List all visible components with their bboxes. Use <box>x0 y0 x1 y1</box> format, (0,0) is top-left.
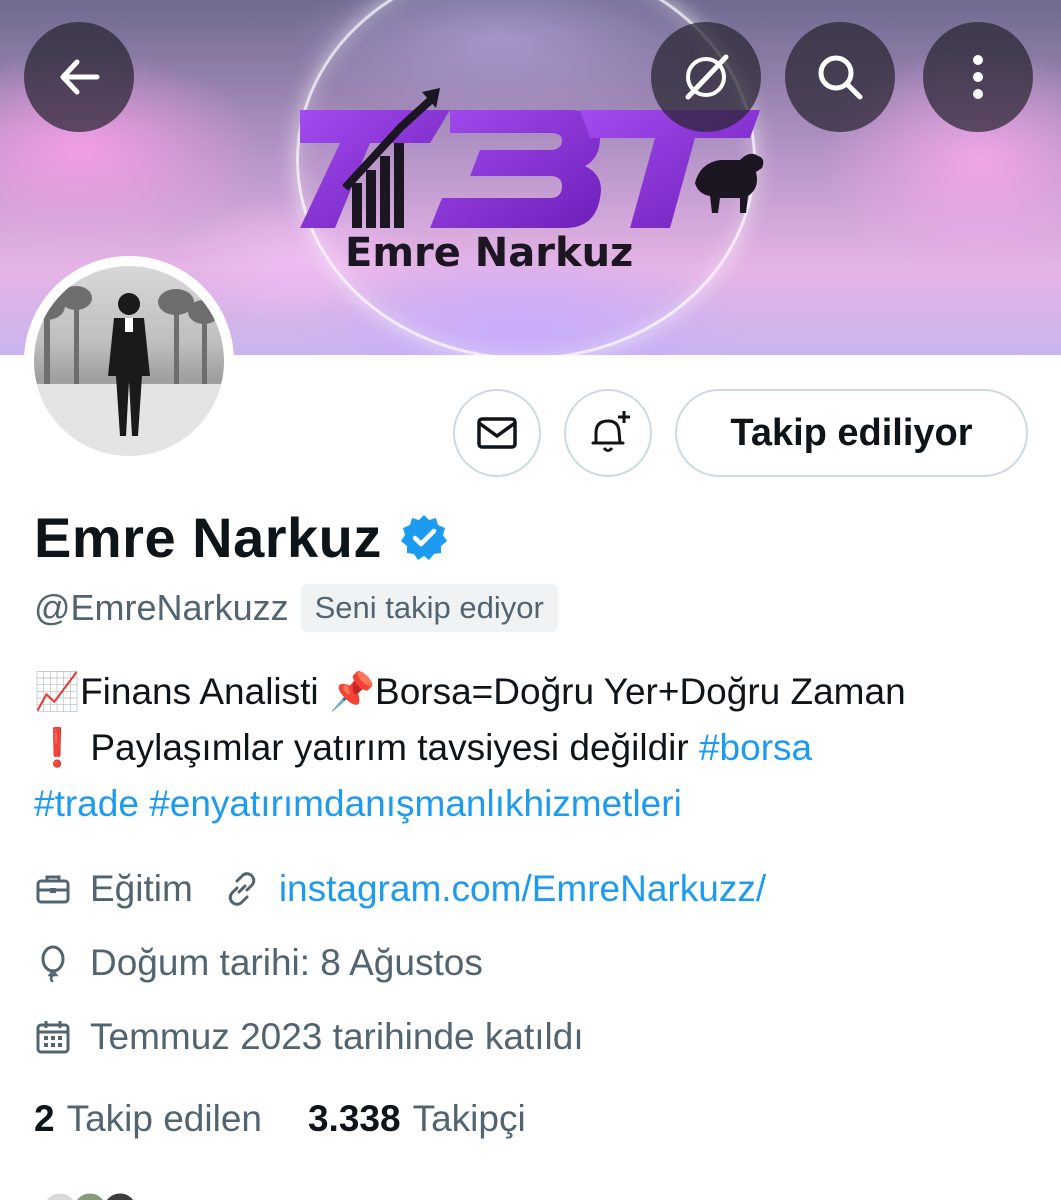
following-link[interactable]: 2 Takip edilen <box>34 1098 262 1140</box>
profile-avatar[interactable] <box>24 256 234 466</box>
handle-row: @EmreNarkuzz Seni takip ediyor <box>34 584 558 632</box>
following-button[interactable]: Takip ediliyor <box>675 389 1028 477</box>
bio-text-3: Paylaşımlar yatırım tavsiyesi değildir <box>80 727 699 768</box>
meta-joined-row: Temmuz 2023 tarihinde katıldı <box>34 1016 584 1058</box>
name-row: Emre Narkuz <box>34 504 448 570</box>
meta-birthday-row: Doğum tarihi: 8 Ağustos <box>34 942 483 984</box>
pin-emoji: 📌 <box>328 671 376 712</box>
link-icon <box>228 872 256 906</box>
meta-category-link-row: Eğitim instagram.com/EmreNarkuzz/ <box>34 868 766 910</box>
category: Eğitim <box>90 868 193 909</box>
calendar-icon <box>36 1021 70 1054</box>
chart-emoji: 📈 <box>34 671 81 712</box>
website-link[interactable]: instagram.com/EmreNarkuzz/ <box>279 868 766 910</box>
following-count: 2 <box>34 1098 55 1139</box>
joined-date: Temmuz 2023 tarihinde katıldı <box>90 1016 584 1057</box>
hashtag-danismanlik[interactable]: #enyatırımdanışmanlıkhizmetleri <box>149 783 682 824</box>
notify-button[interactable] <box>564 389 652 477</box>
arrow-left-icon <box>60 59 100 95</box>
back-button[interactable] <box>24 22 134 132</box>
follows-you-badge: Seni takip ediyor <box>300 584 558 632</box>
envelope-icon <box>477 417 517 449</box>
grok-button[interactable] <box>651 22 761 132</box>
verified-badge-icon[interactable] <box>400 513 448 561</box>
hashtag-borsa[interactable]: #borsa <box>699 727 812 768</box>
search-button[interactable] <box>785 22 895 132</box>
following-label: Takip edilen <box>66 1098 262 1139</box>
message-button[interactable] <box>453 389 541 477</box>
bio-text-1: Finans Analisti <box>80 671 329 712</box>
display-name: Emre Narkuz <box>34 505 382 569</box>
briefcase-icon <box>36 875 70 904</box>
followers-you-know-avatars[interactable] <box>40 1190 150 1200</box>
followers-label: Takipçi <box>412 1098 526 1139</box>
more-vertical-icon <box>973 55 983 99</box>
follow-stats: 2 Takip edilen 3.338 Takipçi <box>34 1098 526 1140</box>
more-button[interactable] <box>923 22 1033 132</box>
bio: 📈Finans Analisti 📌Borsa=Doğru Yer+Doğru … <box>34 664 1034 832</box>
bio-text-2: Borsa=Doğru Yer+Doğru Zaman <box>375 671 906 712</box>
avatar-photo <box>34 266 224 456</box>
birthday: Doğum tarihi: 8 Ağustos <box>90 942 483 983</box>
exclamation-emoji: ❗ <box>34 727 81 768</box>
bell-plus-icon <box>591 411 630 452</box>
slash-circle-icon <box>685 54 729 100</box>
balloon-icon <box>41 945 65 982</box>
svg-text:Emre Narkuz: Emre Narkuz <box>345 230 633 276</box>
handle: @EmreNarkuzz <box>34 587 289 628</box>
followers-link[interactable]: 3.338 Takipçi <box>308 1098 526 1140</box>
followers-count: 3.338 <box>307 1098 401 1139</box>
hashtag-trade[interactable]: #trade <box>34 783 139 824</box>
search-icon <box>818 55 863 100</box>
